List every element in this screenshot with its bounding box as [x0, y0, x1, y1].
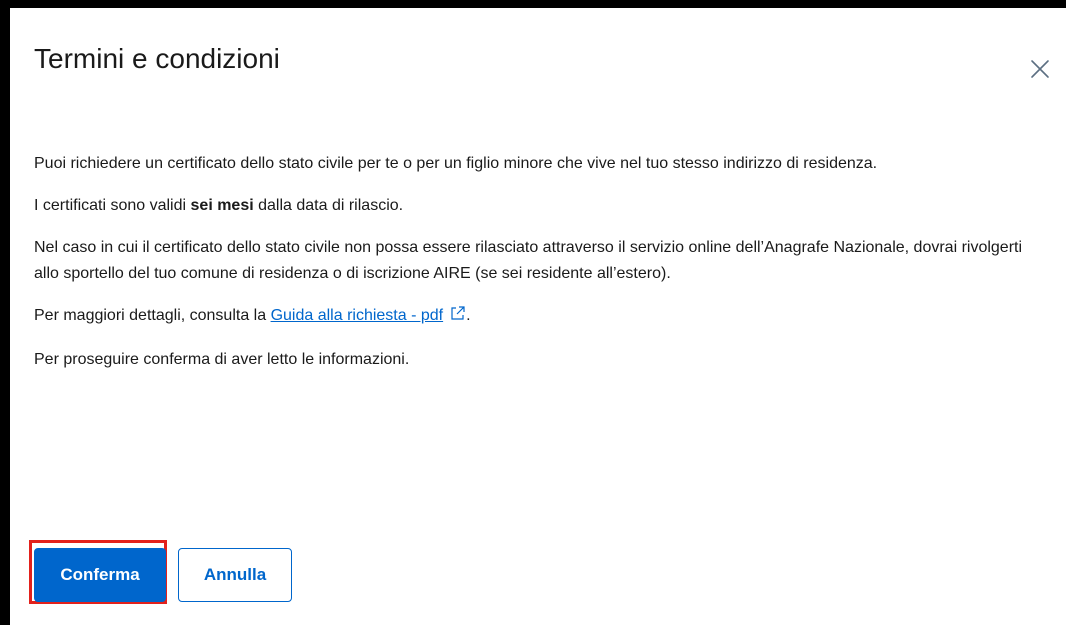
office-paragraph: Nel caso in cui il certificato dello sta…	[34, 239, 1023, 282]
validity-text-after: dalla data di rilascio.	[253, 197, 404, 214]
validity-paragraph: I certificati sono validi sei mesi dalla…	[34, 193, 1044, 219]
guide-text-before: Per maggiori dettagli, consulta la	[34, 307, 271, 324]
guide-link[interactable]: Guida alla richiesta - pdf	[270, 306, 467, 324]
close-icon	[1029, 58, 1051, 80]
guide-link-label: Guida alla richiesta - pdf	[270, 307, 444, 324]
intro-paragraph: Puoi richiedere un certificato dello sta…	[34, 155, 878, 172]
close-button[interactable]	[1026, 55, 1054, 83]
dialog-title: Termini e condizioni	[34, 43, 280, 74]
cancel-button[interactable]: Annulla	[178, 548, 292, 602]
confirm-instruction: Per proseguire conferma di aver letto le…	[34, 351, 410, 368]
validity-text-before: I certificati sono validi	[34, 197, 191, 214]
guide-text-after: .	[466, 307, 471, 324]
dialog-body: Puoi richiedere un certificato dello sta…	[34, 151, 1044, 389]
terms-dialog: Termini e condizioni Puoi richiedere un …	[10, 8, 1066, 625]
confirm-button[interactable]: Conferma	[34, 548, 166, 602]
validity-duration: sei mesi	[190, 197, 254, 214]
guide-paragraph: Per maggiori dettagli, consulta la Guida…	[34, 303, 1044, 331]
external-link-icon	[449, 305, 466, 331]
